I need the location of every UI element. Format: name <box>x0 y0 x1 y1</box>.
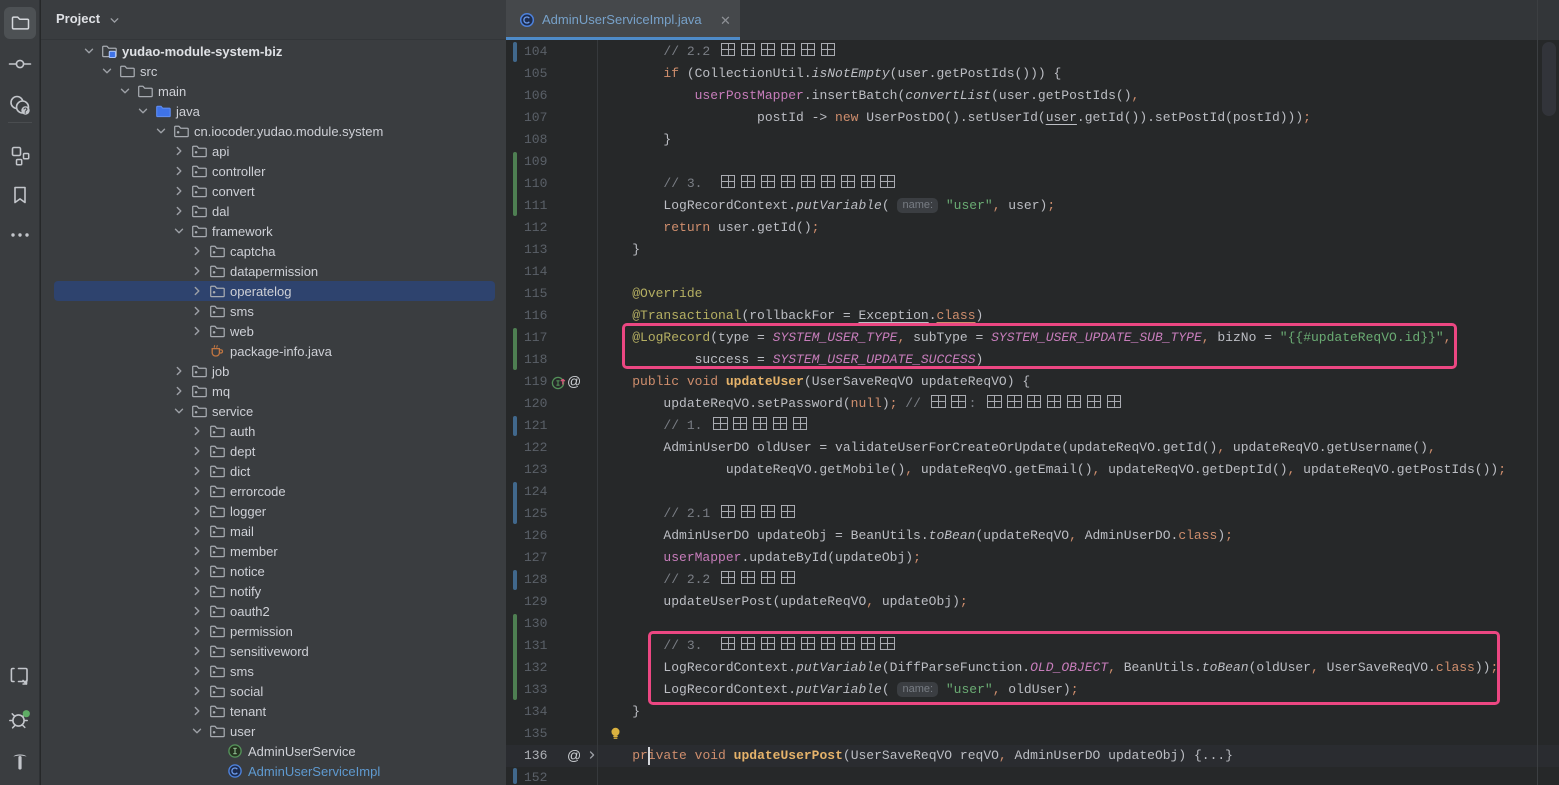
svg-text:?: ? <box>23 106 28 115</box>
